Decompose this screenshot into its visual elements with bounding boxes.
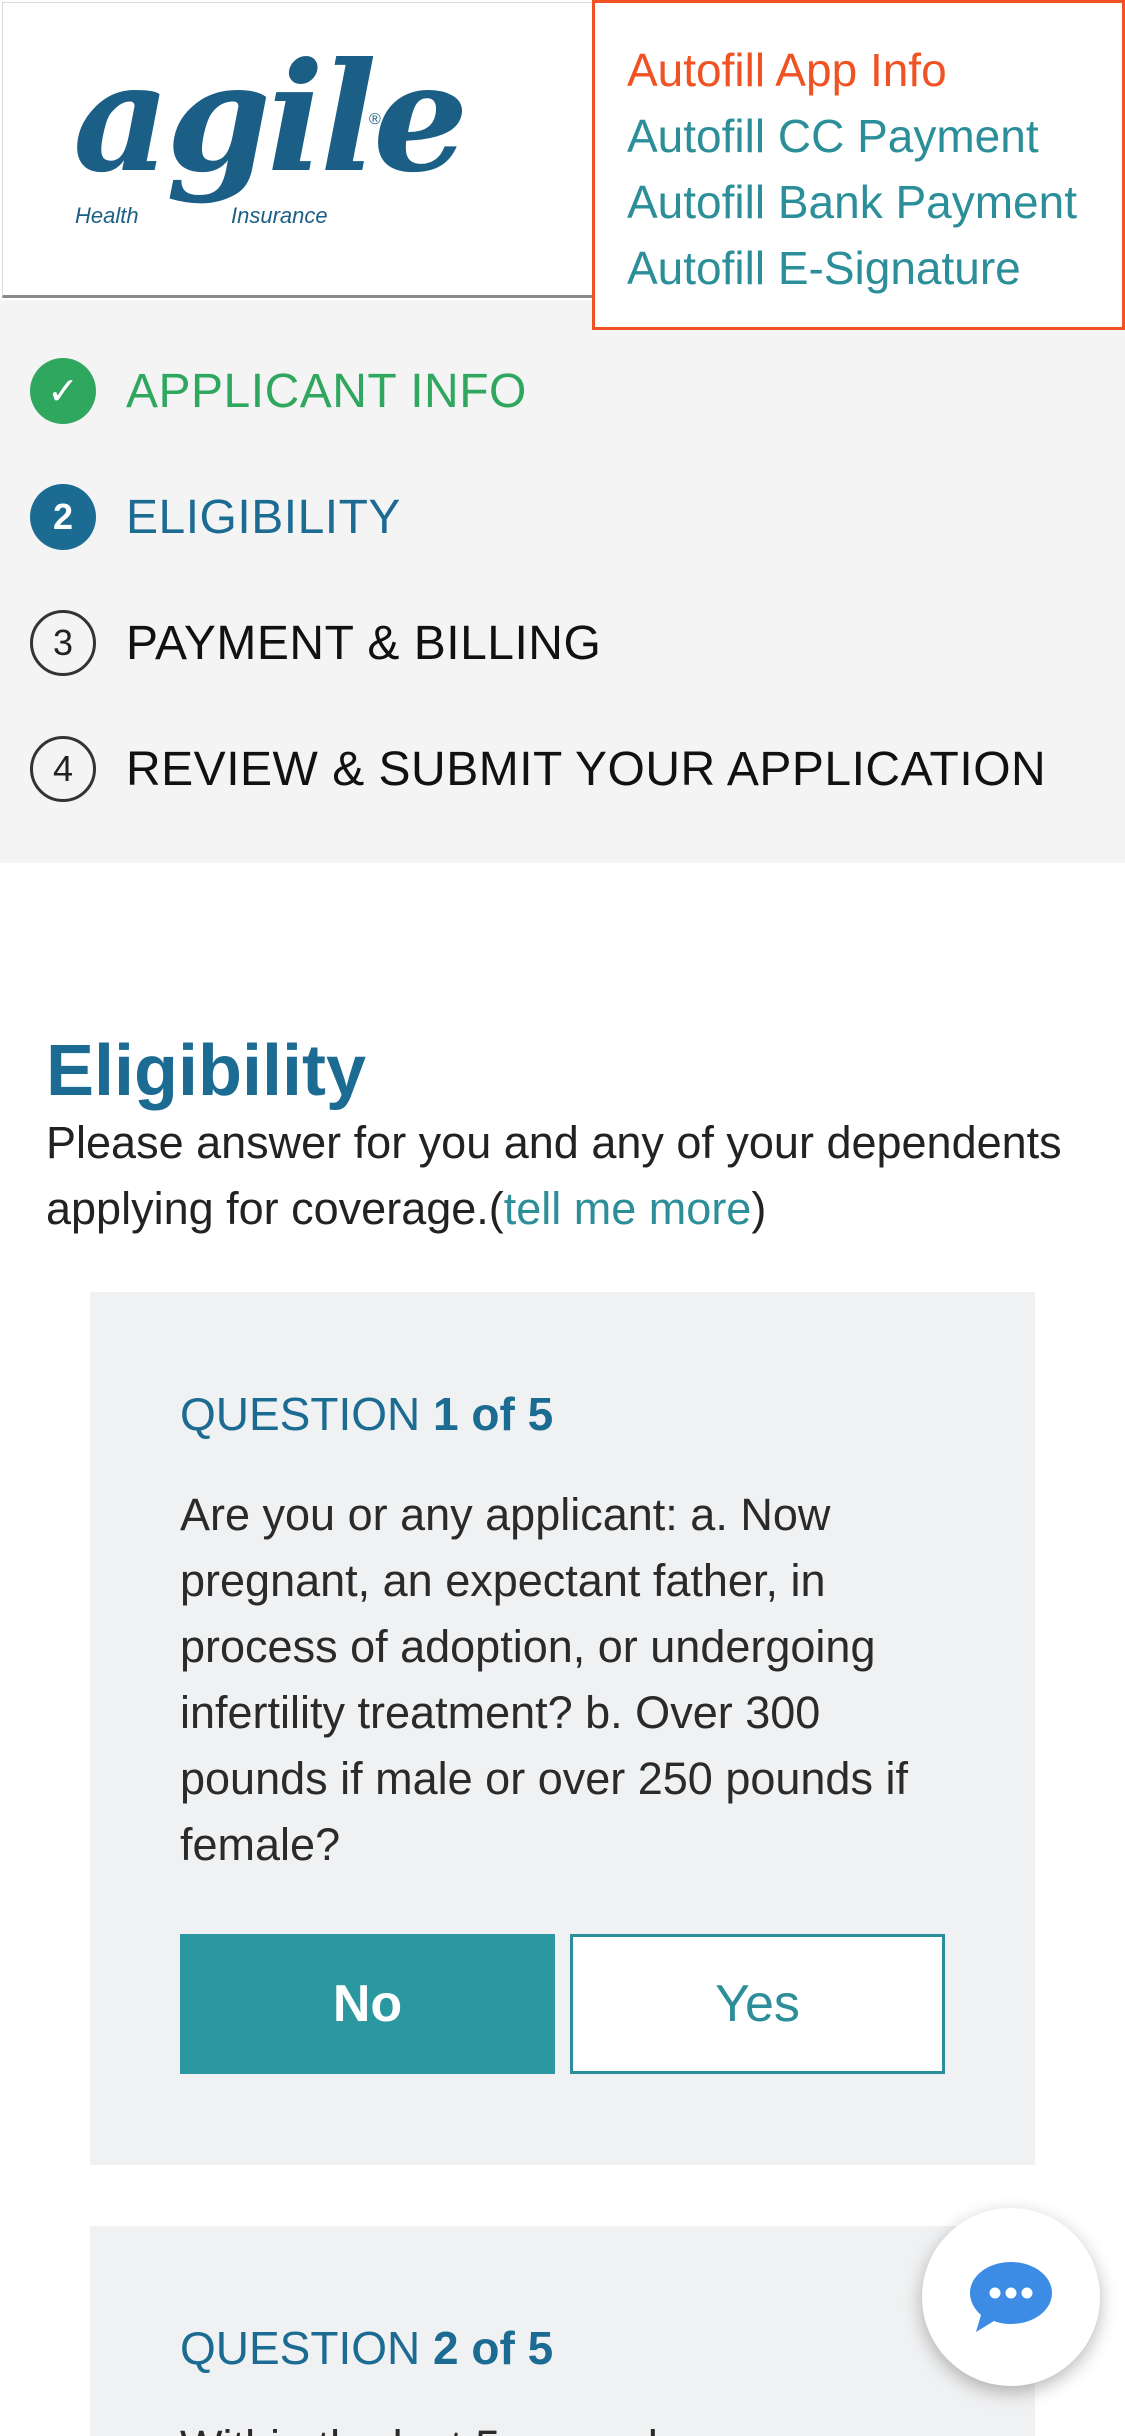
logo-registered-mark: ®: [369, 111, 381, 128]
step-eligibility[interactable]: 2 ELIGIBILITY: [30, 484, 401, 550]
step-payment-billing[interactable]: 3 PAYMENT & BILLING: [30, 610, 601, 676]
logo-wordmark: agile: [73, 30, 468, 206]
autofill-e-signature-link[interactable]: Autofill E-Signature: [627, 235, 1122, 301]
answer-yes-button[interactable]: Yes: [570, 1934, 945, 2074]
autofill-cc-payment-link[interactable]: Autofill CC Payment: [627, 103, 1122, 169]
tell-me-more-link[interactable]: tell me more: [504, 1183, 752, 1234]
page-title: Eligibility: [46, 1031, 367, 1111]
page-intro: Please answer for you and any of your de…: [46, 1110, 1086, 1242]
step-label: ELIGIBILITY: [126, 490, 401, 544]
logo-subtitle-health: Health: [75, 203, 139, 228]
step-number-badge: 2: [30, 484, 96, 550]
autofill-menu: Autofill App Info Autofill CC Payment Au…: [592, 0, 1125, 330]
autofill-app-info-link[interactable]: Autofill App Info: [627, 37, 1122, 103]
question-number: 1 of 5: [433, 1388, 554, 1440]
step-number-badge: 3: [30, 610, 96, 676]
logo[interactable]: agile ® Health Insurance: [2, 2, 594, 298]
question-text: Within the last 5 years, have: [180, 2414, 980, 2436]
question-heading: QUESTION 2 of 5: [180, 2321, 553, 2375]
question-prefix: QUESTION: [180, 2322, 434, 2374]
check-icon: ✓: [30, 358, 96, 424]
question-number: 2 of 5: [433, 2322, 554, 2374]
logo-subtitle-insurance: Insurance: [231, 203, 328, 228]
question-card: QUESTION 1 of 5 Are you or any applicant…: [90, 1292, 1035, 2165]
answer-no-button[interactable]: No: [180, 1934, 555, 2074]
step-label: REVIEW & SUBMIT YOUR APPLICATION: [126, 742, 1047, 796]
question-heading: QUESTION 1 of 5: [180, 1387, 553, 1441]
step-number-badge: 4: [30, 736, 96, 802]
step-review-submit[interactable]: 4 REVIEW & SUBMIT YOUR APPLICATION: [30, 736, 1046, 802]
question-card: QUESTION 2 of 5 Within the last 5 years,…: [90, 2226, 1035, 2436]
step-applicant-info[interactable]: ✓ APPLICANT INFO: [30, 358, 527, 424]
intro-text-end: ): [751, 1183, 767, 1234]
autofill-bank-payment-link[interactable]: Autofill Bank Payment: [627, 169, 1122, 235]
progress-stepper: ✓ APPLICANT INFO 2 ELIGIBILITY 3 PAYMENT…: [0, 300, 1125, 863]
step-label: APPLICANT INFO: [126, 364, 527, 418]
chat-bubble-icon: [970, 2262, 1052, 2332]
question-prefix: QUESTION: [180, 1388, 434, 1440]
question-text: Are you or any applicant: a. Now pregnan…: [180, 1489, 908, 1870]
step-label: PAYMENT & BILLING: [126, 616, 602, 670]
chat-button[interactable]: [922, 2208, 1100, 2386]
